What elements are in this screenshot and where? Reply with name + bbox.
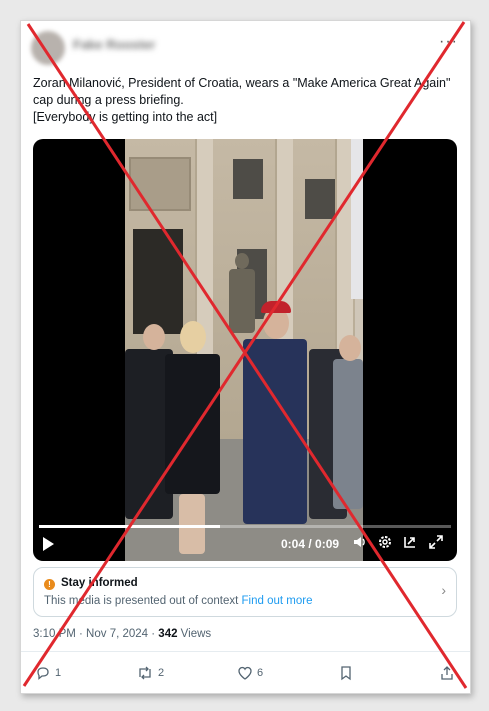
post-meta: 3:10 PM · Nov 7, 2024 · 342 Views — [33, 628, 211, 640]
window — [233, 159, 263, 199]
bookmark-icon — [341, 666, 351, 681]
info-icon: ! — [44, 579, 55, 590]
repost-icon — [139, 666, 151, 680]
person-right-grey — [333, 359, 363, 509]
like-button[interactable]: 6 — [237, 663, 263, 683]
heart-icon — [238, 666, 252, 680]
volume-icon[interactable] — [351, 534, 369, 552]
person-head — [339, 335, 361, 361]
post-header: Fake Rooster ··· — [31, 31, 460, 65]
video-progress-fill — [39, 525, 221, 528]
play-icon[interactable] — [43, 537, 54, 551]
views-count: 342 — [158, 628, 178, 640]
chevron-right-icon: › — [441, 582, 446, 598]
video-controls: 0:04 / 0:09 — [33, 521, 457, 561]
share-button[interactable] — [439, 663, 455, 683]
post-text: Zoran Milanović, President of Croatia, w… — [33, 75, 458, 126]
context-notice[interactable]: ! Stay informed This media is presented … — [33, 567, 457, 617]
post-card: Fake Rooster ··· Zoran Milanović, Presid… — [20, 20, 471, 694]
sky — [351, 139, 363, 299]
post-text-line: [Everybody is getting into the act] — [33, 110, 218, 124]
more-options-icon[interactable]: ··· — [439, 33, 458, 51]
notice-title: Stay informed — [61, 577, 138, 589]
video-frame — [125, 139, 363, 561]
doorway — [133, 229, 183, 334]
views-label: Views — [177, 628, 212, 640]
statue-head — [235, 253, 249, 269]
like-count: 6 — [257, 667, 264, 679]
find-out-more-link[interactable]: Find out more — [242, 595, 313, 607]
notice-description: This media is presented out of context F… — [44, 595, 312, 607]
author-name[interactable]: Fake Rooster — [73, 37, 155, 52]
window — [305, 179, 335, 219]
action-bar: 1 2 6 — [21, 663, 470, 683]
reply-count: 1 — [55, 667, 62, 679]
picture-in-picture-icon[interactable] — [401, 534, 419, 552]
notice-text: This media is presented out of context — [44, 595, 239, 607]
bookmark-button[interactable] — [339, 663, 353, 683]
person-head — [143, 324, 165, 350]
man-navy-suit — [243, 339, 307, 524]
divider — [21, 651, 470, 652]
repost-button[interactable]: 2 — [136, 663, 164, 683]
post-timestamp[interactable]: 3:10 PM · Nov 7, 2024 · — [33, 628, 158, 640]
video-time: 0:04 / 0:09 — [281, 537, 340, 551]
avatar[interactable] — [31, 31, 65, 65]
reply-icon — [37, 667, 49, 680]
share-icon — [441, 666, 453, 680]
repost-count: 2 — [158, 667, 165, 679]
video-progress-bar[interactable] — [39, 525, 451, 528]
reply-button[interactable]: 1 — [35, 663, 61, 683]
video-player[interactable]: 0:04 / 0:09 — [33, 139, 457, 561]
post-text-line: Zoran Milanović, President of Croatia, w… — [33, 76, 451, 107]
person-head — [180, 321, 206, 353]
fullscreen-icon[interactable] — [427, 534, 445, 552]
statue — [229, 269, 255, 333]
red-cap — [261, 301, 291, 313]
settings-gear-icon[interactable] — [376, 534, 394, 552]
wall-relief — [129, 157, 191, 211]
woman — [165, 354, 220, 494]
